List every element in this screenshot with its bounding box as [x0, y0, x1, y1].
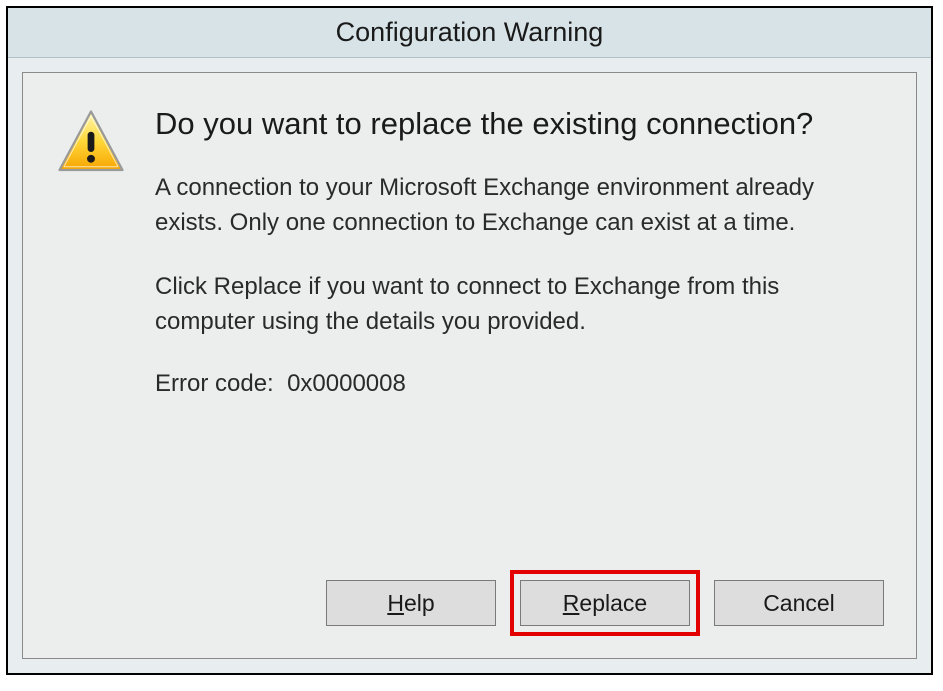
warning-icon: [55, 107, 127, 179]
replace-button-mnemonic: R: [563, 590, 580, 616]
error-code-value: 0x0000008: [287, 370, 406, 397]
main-question: Do you want to replace the existing conn…: [155, 103, 884, 145]
help-button-rest: elp: [404, 590, 435, 616]
message-row: Do you want to replace the existing conn…: [55, 103, 884, 398]
replace-button-rest: eplace: [579, 590, 647, 616]
replace-button[interactable]: Replace: [520, 580, 690, 626]
configuration-warning-dialog: Configuration Warning: [6, 6, 933, 675]
cancel-button-label: Cancel: [763, 590, 835, 617]
dialog-titlebar: Configuration Warning: [8, 8, 931, 58]
error-code-line: Error code: 0x0000008: [155, 370, 884, 398]
cancel-button[interactable]: Cancel: [714, 580, 884, 626]
replace-highlight: Replace: [510, 570, 700, 636]
text-column: Do you want to replace the existing conn…: [155, 103, 884, 398]
help-button[interactable]: Help: [326, 580, 496, 626]
paragraph-2: Click Replace if you want to connect to …: [155, 270, 884, 340]
error-label: Error code:: [155, 370, 274, 397]
paragraph-1: A connection to your Microsoft Exchange …: [155, 171, 884, 241]
help-button-mnemonic: H: [387, 590, 404, 616]
button-row: Help Replace Cancel: [55, 570, 884, 636]
dialog-title: Configuration Warning: [336, 17, 604, 48]
dialog-content: Do you want to replace the existing conn…: [22, 72, 917, 659]
